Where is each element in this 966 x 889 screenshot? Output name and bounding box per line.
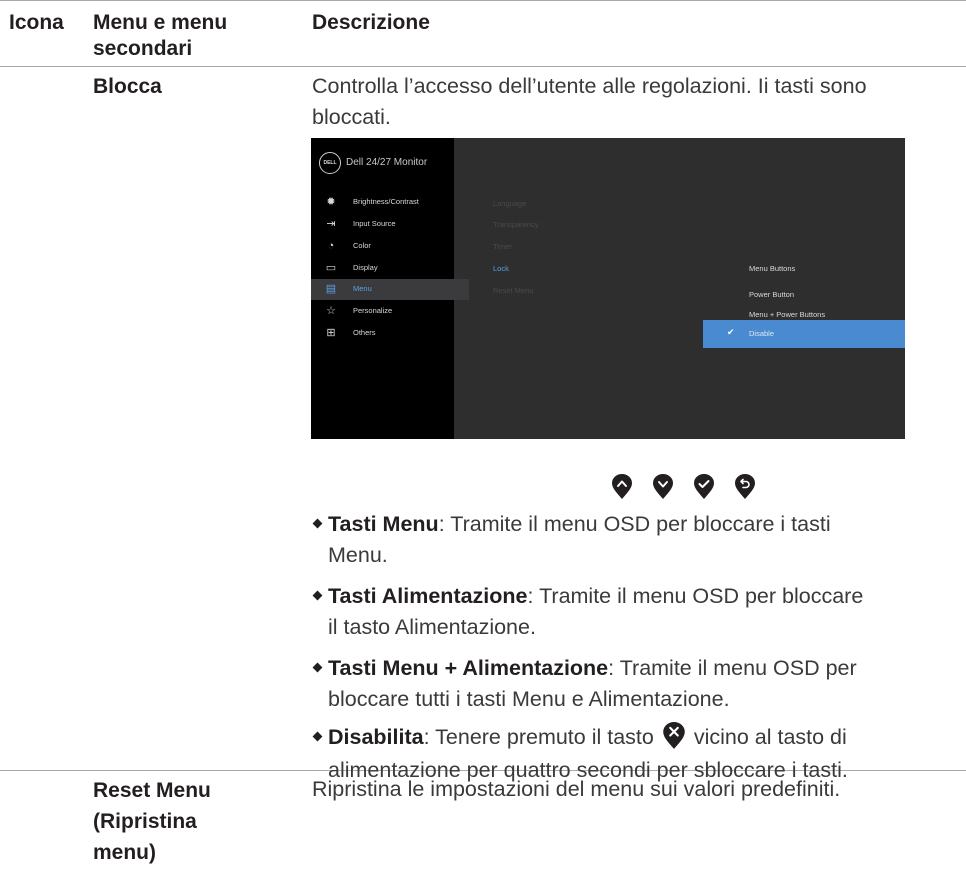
osd-item-label: Input Source [353, 219, 396, 228]
header-description-column: Descrizione [312, 11, 430, 34]
osd-submenu-language: Language [493, 199, 527, 208]
others-icon: ⊞ [326, 327, 336, 339]
row-description-reset-menu: Ripristina le impostazioni del menu sui … [312, 777, 841, 801]
osd-submenu-timer: Timer [493, 242, 512, 251]
osd-screenshot: DELL Dell 24/27 Monitor ✹ Brightness/Con… [311, 138, 905, 439]
osd-item-label: Display [353, 263, 378, 272]
osd-item-label: Menu [353, 284, 372, 293]
dell-logo: DELL [319, 152, 341, 174]
osd-item-label: Personalize [353, 306, 393, 315]
osd-option-menu-power-buttons: Menu + Power Buttons [749, 310, 826, 319]
osd-submenu-transparency: Transparency [493, 220, 539, 229]
diamond-bullet-icon [312, 731, 323, 742]
palette-icon: ◔ [327, 240, 335, 252]
bullet-tasti-alimentazione-line2: il tasto Alimentazione. [328, 615, 536, 639]
header-icon-column: Icona [9, 11, 64, 34]
row-name-reset-menu-line3: menu) [93, 841, 156, 864]
up-arrow-icon [612, 474, 632, 499]
diamond-bullet-icon [312, 590, 323, 601]
osd-item-personalize: ☆ Personalize [311, 301, 454, 322]
bullet-tasti-alimentazione: Tasti Alimentazione: Tramite il menu OSD… [312, 581, 952, 612]
sun-icon: ✹ [326, 196, 336, 208]
bullet-text: vicino al tasto di [693, 725, 847, 749]
osd-option-disable: ✔ Disable [703, 320, 905, 348]
bullet-text: : Tramite il menu OSD per bloccare [527, 584, 864, 608]
osd-item-input-source: ⇥ Input Source [311, 214, 454, 235]
header-bottom-rule [0, 66, 966, 67]
bullet-tasti-menu-alimentazione: Tasti Menu + Alimentazione: Tramite il m… [312, 653, 952, 684]
row-name-blocca: Blocca [93, 75, 162, 98]
osd-item-label: Color [353, 241, 371, 250]
bullet-text: : Tramite il menu OSD per bloccare i tas… [438, 512, 831, 536]
input-icon: ⇥ [326, 218, 336, 230]
bullet-title: Tasti Alimentazione [328, 584, 528, 608]
header-menu-column-line1: Menu e menu [93, 11, 228, 34]
header-menu-column-line2: secondari [93, 37, 193, 60]
exit-button-icon [663, 722, 685, 749]
osd-option-disable-label: Disable [749, 329, 775, 338]
bullet-tasti-menu-alimentazione-line2: bloccare tutti i tasti Menu e Alimentazi… [328, 687, 730, 711]
osd-title: Dell 24/27 Monitor [346, 157, 428, 168]
osd-item-display: ▭ Display [311, 258, 454, 279]
osd-item-menu: ▤ Menu [311, 279, 469, 300]
bullet-tasti-menu-line2: Menu. [328, 543, 388, 567]
bullet-text: : Tenere premuto il tasto [423, 725, 654, 749]
osd-item-brightness: ✹ Brightness/Contrast [311, 192, 454, 213]
diamond-bullet-icon [312, 662, 323, 673]
row-name-reset-menu-line1: Reset Menu [93, 779, 211, 802]
osd-option-power-button: Power Button [749, 290, 795, 299]
check-icon [694, 474, 714, 499]
osd-item-label: Others [353, 328, 376, 337]
star-icon: ☆ [326, 305, 336, 317]
osd-submenu-reset-menu: Reset Menu [493, 286, 534, 295]
bullet-tasti-menu: Tasti Menu: Tramite il menu OSD per bloc… [312, 509, 952, 540]
osd-item-others: ⊞ Others [311, 323, 454, 344]
check-icon: ✔ [727, 327, 735, 337]
back-icon [735, 474, 755, 499]
bullet-disabilita: Disabilita: Tenere premuto il tasto vici… [312, 722, 962, 753]
osd-submenu-lock: Lock [493, 264, 509, 273]
diamond-bullet-icon [312, 518, 323, 529]
row-description-line2: bloccati. [312, 105, 391, 129]
down-arrow-icon [653, 474, 673, 499]
bullet-title: Tasti Menu + Alimentazione [328, 656, 609, 680]
bullet-text: : Tramite il menu OSD per [608, 656, 857, 680]
bullet-title: Disabilita [328, 725, 424, 749]
monitor-icon: ▭ [325, 262, 337, 274]
bullet-title: Tasti Menu [328, 512, 439, 536]
table-top-rule [0, 0, 966, 1]
row-name-reset-menu-line2: (Ripristina [93, 810, 197, 833]
osd-option-menu-buttons: Menu Buttons [749, 264, 796, 273]
row-description-line1: Controlla l’accesso dell’utente alle reg… [312, 74, 867, 98]
menu-icon: ▤ [325, 283, 337, 295]
osd-item-color: ◔ Color [311, 236, 454, 257]
osd-item-label: Brightness/Contrast [353, 197, 419, 206]
